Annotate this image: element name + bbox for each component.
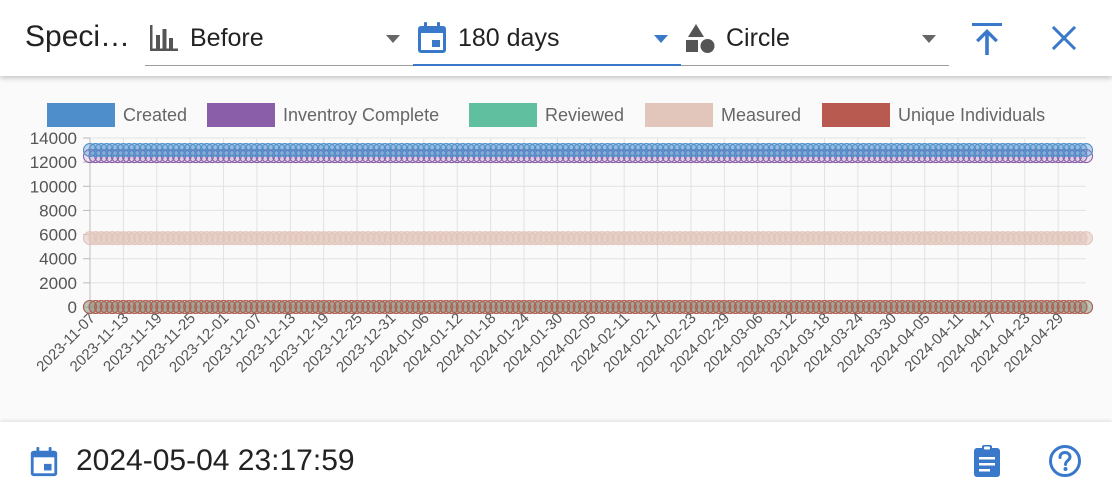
groupby-select-value: Before — [190, 24, 264, 52]
vertical-align-top-icon[interactable] — [968, 20, 1006, 58]
y-tick-label: 0 — [68, 298, 77, 317]
toolbar: Speci… Before 180 days Circle — [0, 0, 1112, 76]
footer-bar: 2024-05-04 23:17:59 — [0, 422, 1112, 484]
chevron-down-icon — [922, 35, 936, 43]
legend-label: Reviewed — [545, 105, 624, 125]
y-tick-label: 12000 — [30, 153, 77, 172]
calendar-icon — [30, 446, 58, 477]
legend-label: Inventroy Complete — [283, 105, 439, 125]
y-tick-label: 14000 — [30, 129, 77, 148]
y-tick-label: 4000 — [39, 250, 77, 269]
y-tick-label: 6000 — [39, 226, 77, 245]
close-icon[interactable] — [1050, 24, 1078, 52]
timestamp: 2024-05-04 23:17:59 — [76, 444, 355, 477]
groupby-select[interactable]: Before — [145, 14, 413, 66]
legend-label: Measured — [721, 105, 801, 125]
shape-select-value: Circle — [726, 24, 790, 52]
data-point — [1078, 231, 1094, 246]
clipboard-icon[interactable] — [972, 444, 1002, 478]
legend-swatch — [207, 103, 275, 127]
data-point — [1078, 299, 1094, 315]
legend-swatch — [47, 103, 115, 127]
help-circle-icon[interactable] — [1048, 444, 1082, 478]
y-tick-label: 2000 — [39, 274, 77, 293]
legend-swatch — [822, 103, 890, 127]
legend-label: Unique Individuals — [898, 105, 1045, 125]
bar-chart-icon — [150, 25, 178, 51]
y-tick-label: 8000 — [39, 201, 77, 220]
legend-swatch — [645, 103, 713, 127]
legend-swatch — [469, 103, 537, 127]
legend-label: Created — [123, 105, 187, 125]
range-select-value: 180 days — [458, 24, 560, 52]
shape-select[interactable]: Circle — [681, 14, 949, 66]
shapes-icon — [686, 24, 715, 53]
chevron-down-icon — [386, 35, 400, 43]
range-select[interactable]: 180 days — [413, 14, 681, 66]
specimen-chart: Created Inventroy Complete Reviewed Measure… — [30, 103, 1094, 376]
y-tick-label: 10000 — [30, 177, 77, 196]
chevron-down-icon — [654, 35, 668, 43]
calendar-icon — [418, 22, 446, 53]
chart-area: Created Inventroy Complete Reviewed Measure… — [0, 76, 1112, 422]
data-point — [1078, 143, 1094, 158]
panel-title: Speci… — [25, 20, 131, 53]
